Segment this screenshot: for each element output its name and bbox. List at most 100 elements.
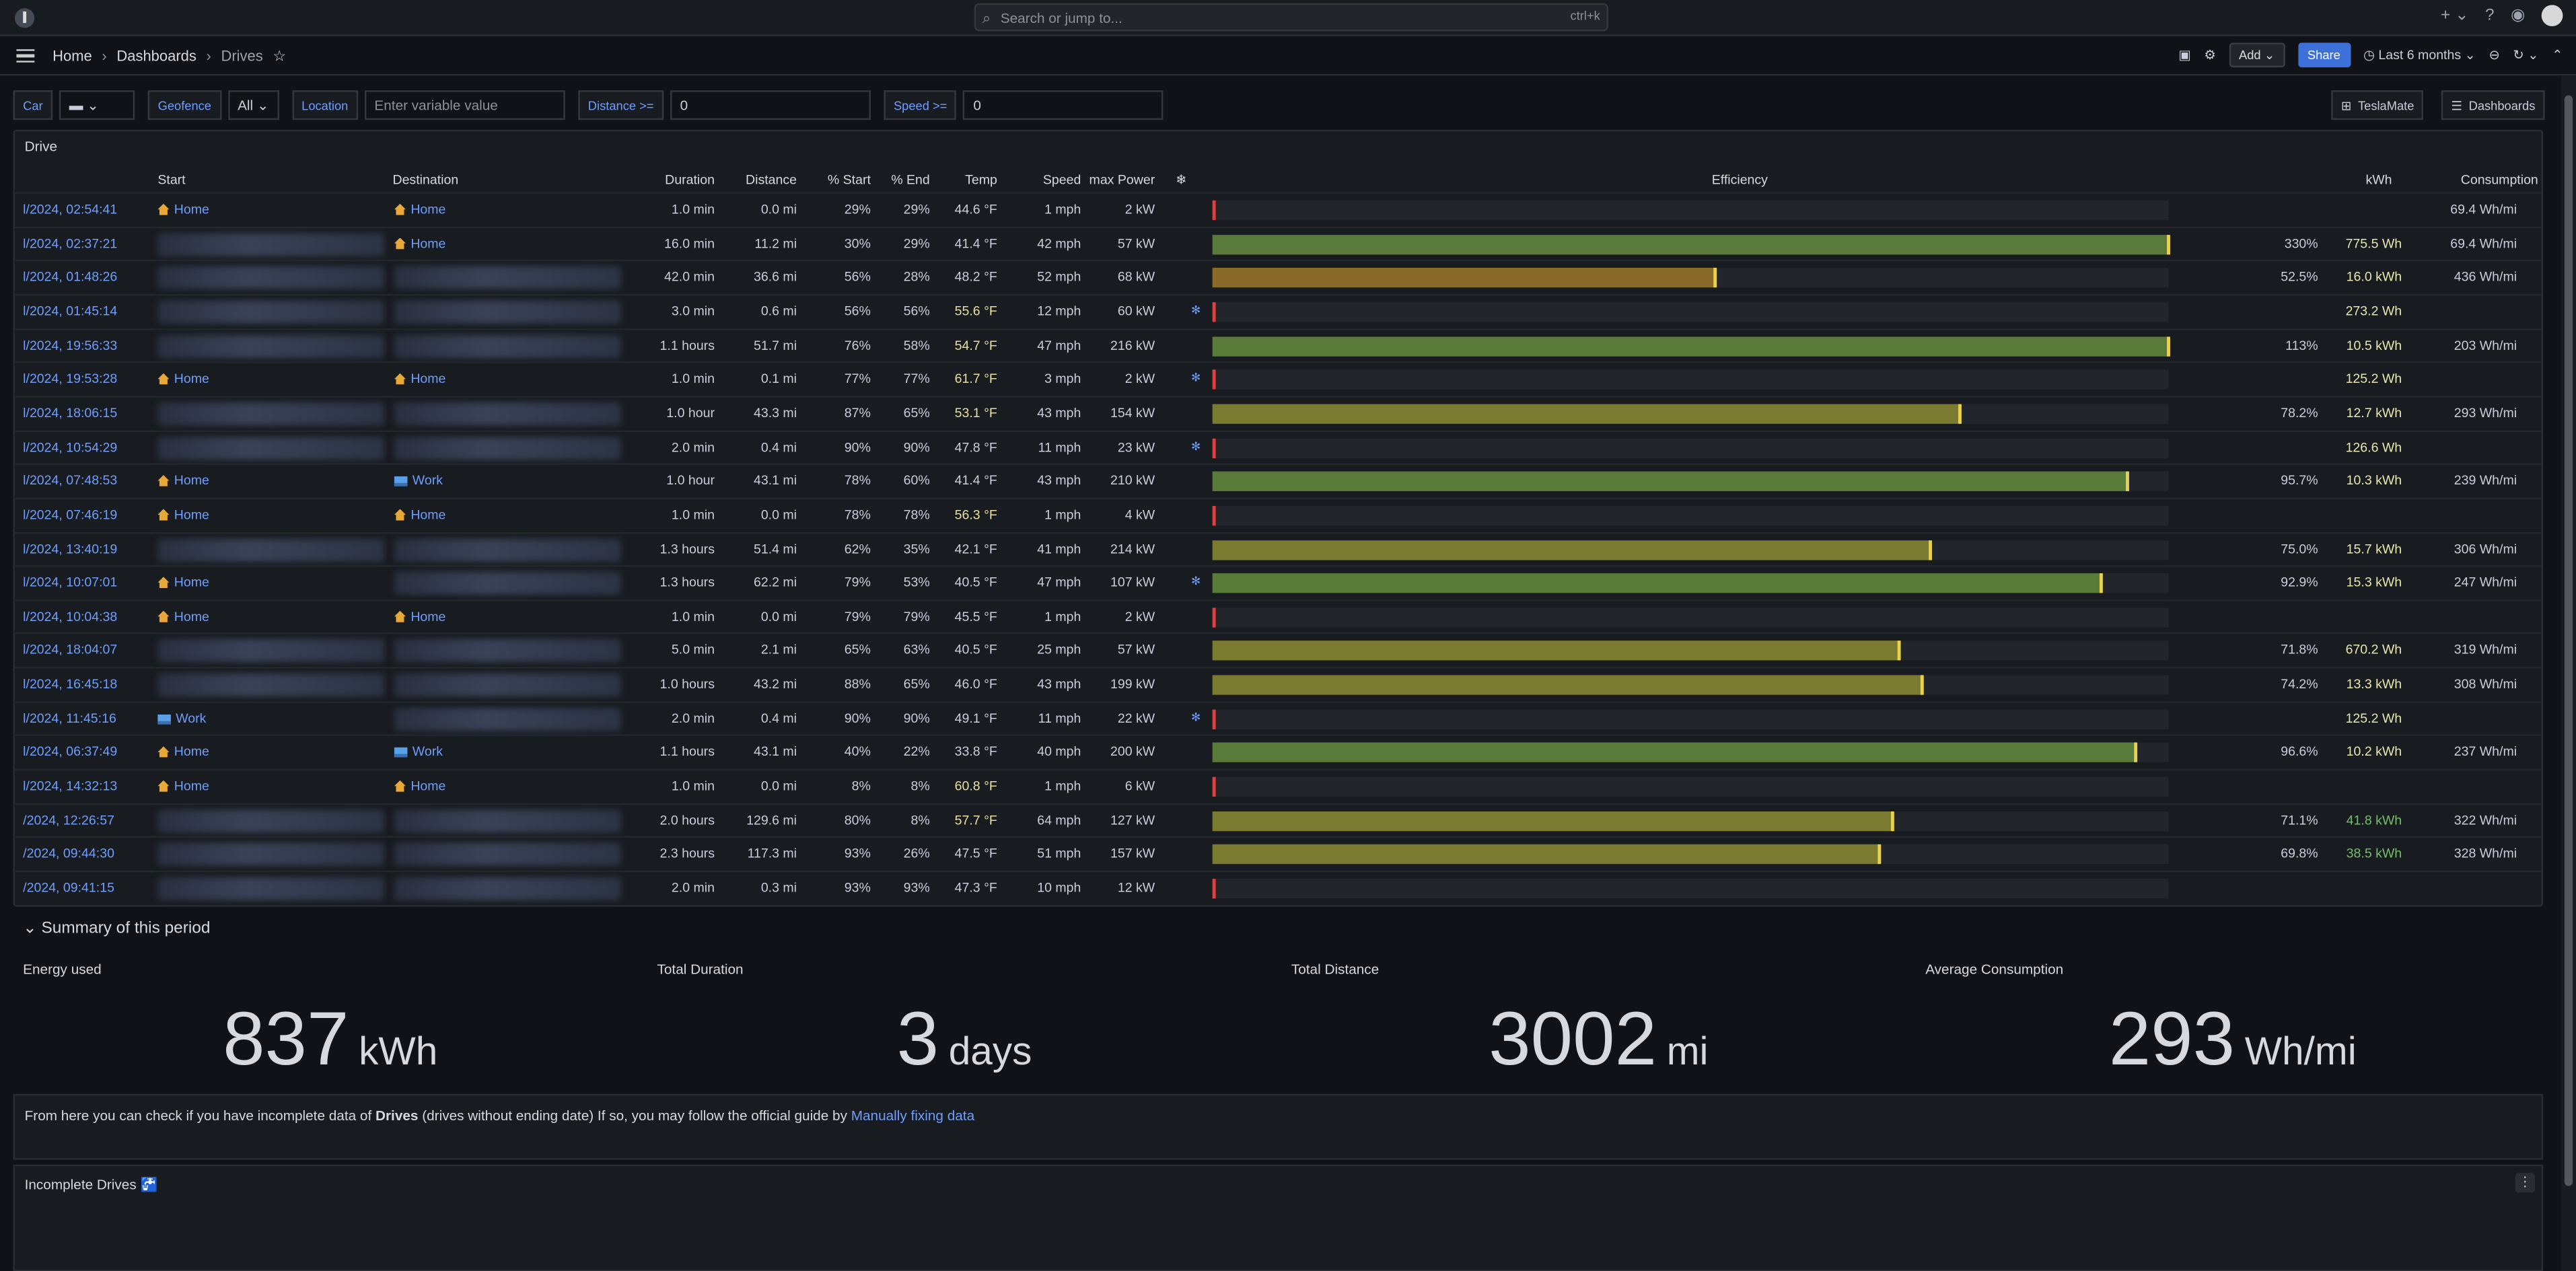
location-cell[interactable]: Home [394,236,445,251]
drive-date-link[interactable]: l/2024, 19:53:28 [23,371,117,386]
location-cell[interactable]: Home [394,202,445,217]
col-header[interactable]: Speed [1001,172,1081,190]
location-cell[interactable]: Home [157,609,209,624]
cell-dist: 0.0 mi [760,778,797,794]
location-cell[interactable]: Home [157,745,209,760]
drive-date-link[interactable]: l/2024, 06:37:49 [23,745,117,760]
drive-date-link[interactable]: /2024, 12:26:57 [23,813,114,828]
cell-speed: 43 mph [1037,405,1081,421]
col-header[interactable]: Start [157,172,388,190]
drive-date-link[interactable]: l/2024, 02:54:41 [23,202,117,217]
search-input[interactable]: ⌕ Search or jump to... ctrl+k [974,3,1609,32]
col-header[interactable]: Distance [718,172,797,190]
geofence-select[interactable]: All ⌄ [227,90,279,120]
zoom-out-icon[interactable]: ⊖ [2489,48,2499,63]
stat-value: 3002 mi [1489,995,1709,1081]
drive-date-link[interactable]: /2024, 09:41:15 [23,881,114,896]
distance-input[interactable]: 0 [670,90,871,120]
location-cell[interactable]: Work [394,474,443,488]
avatar[interactable] [2541,5,2563,27]
grafana-logo-icon[interactable] [14,8,35,28]
cell-temp: 40.5 °F [954,575,997,590]
refresh-icon[interactable]: ↻ ⌄ [2513,48,2538,63]
car-select[interactable]: ▬ ⌄ [59,90,135,120]
drive-date-link[interactable]: l/2024, 10:07:01 [23,575,117,590]
col-header[interactable]: % End [874,172,930,190]
plus-icon[interactable]: + ⌄ [2441,7,2469,25]
location-cell[interactable]: Home [157,575,209,590]
collapse-icon[interactable]: ⌃ [2552,48,2563,63]
location-cell[interactable]: Work [394,745,443,760]
save-icon[interactable]: ▣ [2178,48,2190,63]
location-cell[interactable]: Home [394,609,445,624]
drive-date-link[interactable]: l/2024, 18:04:07 [23,643,117,658]
page-scrollbar[interactable] [2561,75,2576,1271]
dashboards-link[interactable]: ☰ Dashboards [2441,90,2546,120]
col-header[interactable]: ❄ [1175,172,1188,190]
location-cell[interactable]: Home [394,507,445,522]
work-icon [394,476,408,487]
location-cell[interactable]: Home [394,371,445,386]
drive-date-link[interactable]: l/2024, 01:48:26 [23,270,117,285]
drive-date-link[interactable]: /2024, 09:44:30 [23,846,114,861]
drive-date-link[interactable]: l/2024, 10:54:29 [23,439,117,454]
col-header[interactable]: kWh [2320,172,2392,190]
cell-temp: 56.3 °F [954,507,997,522]
drive-date-link[interactable]: l/2024, 16:45:18 [23,677,117,692]
manual-fix-link[interactable]: Manually fixing data [851,1107,974,1123]
drive-date-link[interactable]: l/2024, 18:06:15 [23,406,117,421]
location-cell[interactable]: Home [394,778,445,793]
cell-speed: 41 mph [1037,541,1081,556]
col-header[interactable]: Consumption [2397,172,2538,190]
share-button[interactable]: Share [2297,42,2351,68]
drive-date-link[interactable]: l/2024, 02:37:21 [23,236,117,251]
drive-date-link[interactable]: l/2024, 13:40:19 [23,541,117,556]
col-header[interactable]: % Start [800,172,871,190]
location-cell[interactable]: Home [157,202,209,217]
speed-input[interactable]: 0 [963,90,1164,120]
help-icon[interactable]: ? [2485,7,2495,25]
drive-date-link[interactable]: l/2024, 07:48:53 [23,474,117,488]
teslamate-link[interactable]: ⊞ TeslaMate [2331,90,2425,120]
drive-date-link[interactable]: l/2024, 01:45:14 [23,303,117,318]
menu-icon[interactable] [16,49,35,63]
location-cell[interactable]: Home [157,507,209,522]
col-header[interactable]: Temp [933,172,997,190]
cell-pe: 8% [910,812,930,828]
col-header[interactable]: max Power [1083,172,1155,190]
location-cell[interactable]: Home [157,371,209,386]
location-cell[interactable]: Home [157,474,209,488]
col-header[interactable]: Duration [626,172,715,190]
rss-icon[interactable]: ◉ [2511,7,2525,25]
stat-panel: Total Duration 3 days [647,957,1281,1089]
kwh-value: 10.3 kWh [2346,473,2402,488]
time-range-picker[interactable]: ◷ Last 6 months ⌄ [2363,48,2476,63]
consumption-value: 247 Wh/mi [2454,575,2517,590]
table-row: l/2024, 19:56:33 1.1 hours 51.7 mi 76% 58% 54… [14,328,2542,361]
location-cell[interactable]: Home [157,778,209,793]
home-icon [394,509,406,521]
drive-date-link[interactable]: l/2024, 14:32:13 [23,778,117,793]
col-header[interactable]: Destination [392,172,622,190]
drive-date-link[interactable]: l/2024, 11:45:16 [23,711,116,725]
snowflake-icon: ✻ [1190,373,1201,385]
breadcrumb-dashboards[interactable]: Dashboards [116,48,196,66]
cell-speed: 40 mph [1037,744,1081,760]
drive-date-link[interactable]: l/2024, 07:46:19 [23,507,117,522]
drive-date-link[interactable]: l/2024, 10:04:38 [23,609,117,624]
col-header[interactable]: Efficiency [1493,172,1986,190]
efficiency-zero-marker [1212,607,1216,628]
efficiency-percent: 330% [2284,235,2318,251]
location-input[interactable]: Enter variable value [364,90,565,120]
breadcrumb-home[interactable]: Home [52,48,92,66]
drive-date-link[interactable]: l/2024, 19:56:33 [23,338,117,353]
efficiency-percent: 95.7% [2281,473,2318,488]
location-cell[interactable]: Work [157,711,206,725]
add-button[interactable]: Add ⌄ [2229,42,2285,68]
kwh-value: 10.5 kWh [2346,337,2402,353]
summary-row-header[interactable]: ⌄ Summary of this period [23,920,210,938]
panel-menu-icon[interactable]: ⋮ [2515,1173,2535,1193]
settings-icon[interactable]: ⚙ [2204,48,2216,63]
cell-dur: 2.0 min [671,439,715,455]
star-icon[interactable]: ☆ [273,48,286,66]
